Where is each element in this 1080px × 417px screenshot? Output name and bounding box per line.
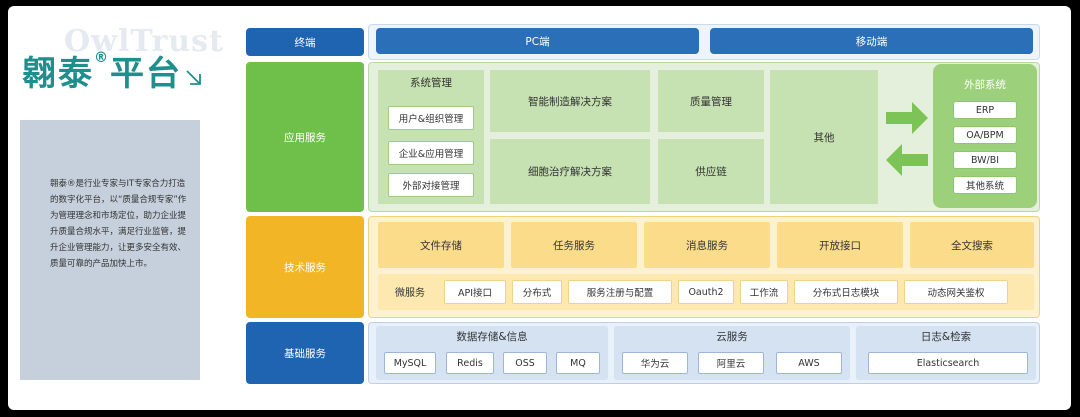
base-item: MySQL [384,352,436,374]
tech-open-api: 开放接口 [777,222,903,268]
external-system-item: 其他系统 [953,176,1017,194]
external-system-item: BW/BI [953,151,1017,169]
system-mgmt-item: 用户&组织管理 [388,106,474,130]
base-service-label: 基础服务 [246,322,364,384]
base-item: MQ [556,352,600,374]
base-item: Redis [446,352,494,374]
base-item: Elasticsearch [868,352,1028,374]
base-item: OSS [503,352,547,374]
microservice-label: 微服务 [395,287,425,299]
external-systems-title: 外部系统 [964,78,1006,91]
tech-service-label: 技术服务 [246,216,364,318]
microservice-item: 分布式日志模块 [794,280,898,304]
brand-suffix: 平台 [110,54,182,94]
terminal-mobile: 移动端 [710,28,1033,54]
system-mgmt-item: 外部对接管理 [388,173,474,197]
brand-name: 翱泰 [22,54,94,94]
page-frame: OwlTrust 翱泰®平台 翱泰®是行业专家与IT专家合力打造的数字化平台，以… [8,6,1071,410]
terminal-label: 终端 [246,28,364,56]
brand-title: 翱泰®平台 [22,46,182,95]
module-quality-management: 质量管理 [658,70,764,132]
base-group-title: 云服务 [716,330,748,343]
external-system-item: ERP [953,101,1017,119]
arrow-down-right-icon [186,70,201,85]
microservice-item: 分布式 [512,280,562,304]
microservice-item: Oauth2 [678,280,734,304]
module-cell-therapy: 细胞治疗解决方案 [490,139,650,204]
tech-fulltext-search: 全文搜索 [910,222,1034,268]
terminal-pc: PC端 [376,28,699,54]
microservice-item: 工作流 [740,280,788,304]
intro-text: 翱泰®是行业专家与IT专家合力打造的数字化平台，以“质量合规专家”作为管理理念和… [20,120,200,380]
base-item: 阿里云 [698,352,764,374]
base-group-title: 日志&检索 [920,330,972,343]
microservice-item: 动态网关鉴权 [904,280,1008,304]
base-item: 华为云 [622,352,688,374]
microservice-item: 服务注册与配置 [568,280,672,304]
exchange-arrows-icon [886,102,928,176]
tech-message-service: 消息服务 [644,222,770,268]
app-service-label: 应用服务 [246,62,364,212]
module-smart-manufacturing: 智能制造解决方案 [490,70,650,132]
base-group-title: 数据存储&信息 [456,330,528,343]
module-supply-chain: 供应链 [658,139,764,204]
external-system-item: OA/BPM [953,126,1017,144]
module-other: 其他 [770,70,878,204]
system-mgmt-item: 企业&应用管理 [388,141,474,165]
base-item: AWS [776,352,842,374]
tech-file-storage: 文件存储 [378,222,504,268]
microservice-item: API接口 [444,280,506,304]
system-mgmt-title: 系统管理 [410,76,452,89]
tech-task-service: 任务服务 [511,222,637,268]
brand-reg-mark: ® [94,50,110,66]
